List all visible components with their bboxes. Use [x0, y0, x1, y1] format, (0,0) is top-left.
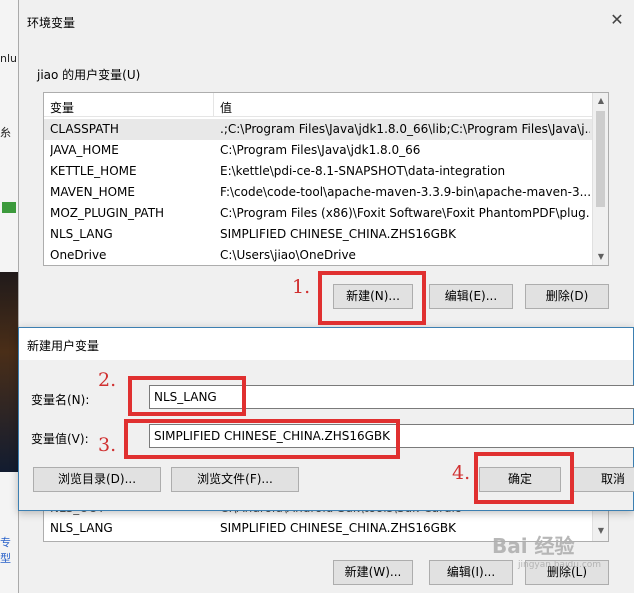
annotation-step-3: 3.	[98, 434, 117, 456]
var-value: F:\code\code-tool\apache-maven-3.3.9-bin…	[220, 185, 590, 199]
bg-image	[0, 272, 18, 472]
vertical-scrollbar[interactable]: ▲ ▼	[592, 93, 608, 265]
list-item[interactable]: CLASSPATH .;C:\Program Files\Java\jdk1.8…	[44, 119, 592, 140]
annotation-step-4: 4.	[452, 462, 471, 484]
var-name: CLASSPATH	[50, 122, 119, 136]
close-icon[interactable]: ✕	[607, 10, 627, 30]
variable-name-label: 变量名(N):	[31, 393, 90, 407]
list-header: 变量 值	[44, 93, 592, 117]
var-value: .;C:\Program Files\Java\jdk1.8.0_66\lib;…	[220, 122, 590, 136]
scroll-up-icon[interactable]: ▲	[593, 93, 608, 109]
background-page: nlu 糸 专型	[0, 0, 18, 593]
scroll-thumb[interactable]	[596, 111, 605, 207]
highlight-box-value-field	[124, 419, 400, 459]
list-item[interactable]: MOZ_PLUGIN_PATH C:\Program Files (x86)\F…	[44, 203, 592, 224]
variable-value-label: 变量值(V):	[31, 432, 89, 446]
var-value: SIMPLIFIED CHINESE_CHINA.ZHS16GBK	[220, 227, 457, 241]
watermark-url: jingyan.baidu.com	[518, 560, 602, 570]
var-value: E:\kettle\pdi-ce-8.1-SNAPSHOT\data-integ…	[220, 164, 506, 178]
highlight-box-ok-button	[474, 452, 574, 504]
delete-user-var-button[interactable]: 删除(D)	[525, 284, 609, 309]
list-item[interactable]: KETTLE_HOME E:\kettle\pdi-ce-8.1-SNAPSHO…	[44, 161, 592, 182]
browse-file-button[interactable]: 浏览文件(F)...	[171, 467, 299, 492]
var-name: KETTLE_HOME	[50, 164, 137, 178]
column-header-variable[interactable]: 变量	[50, 99, 74, 116]
bg-link: 专型	[0, 536, 11, 565]
list-item[interactable]: MAVEN_HOME F:\code\code-tool\apache-mave…	[44, 182, 592, 203]
bg-text-fragment: nlu	[0, 52, 17, 65]
dialog-title-bar[interactable]: 新建用户变量	[19, 328, 633, 360]
dialog-title: 新建用户变量	[27, 339, 100, 353]
bg-badge	[2, 202, 16, 213]
highlight-box-name-field	[128, 376, 246, 416]
list-item[interactable]: NLS_LANG SIMPLIFIED CHINESE_CHINA.ZHS16G…	[44, 224, 592, 245]
var-value: SIMPLIFIED CHINESE_CHINA.ZHS16GBK	[220, 521, 457, 535]
new-system-var-button[interactable]: 新建(W)...	[333, 560, 413, 585]
var-name: OneDrive	[50, 248, 107, 262]
watermark: Bai 经验 jingyan.baidu.com	[478, 530, 628, 580]
watermark-brand: Bai 经验	[492, 534, 575, 558]
dialog-title: 环境变量	[27, 16, 76, 30]
var-name: JAVA_HOME	[50, 143, 119, 157]
edit-user-var-button[interactable]: 编辑(E)...	[429, 284, 513, 309]
column-header-value[interactable]: 值	[220, 99, 232, 116]
var-name: NLS_LANG	[50, 227, 113, 241]
annotation-step-1: 1.	[292, 276, 311, 298]
var-value: C:\Program Files (x86)\Foxit Software\Fo…	[220, 206, 590, 220]
bg-text-fragment: 糸	[0, 126, 11, 139]
user-vars-list[interactable]: 变量 值 CLASSPATH .;C:\Program Files\Java\j…	[43, 92, 609, 266]
browse-directory-button[interactable]: 浏览目录(D)...	[33, 467, 161, 492]
var-name: NLS_LANG	[50, 521, 113, 535]
user-vars-group-label: jiao 的用户变量(U)	[37, 68, 141, 82]
var-name: MOZ_PLUGIN_PATH	[50, 206, 165, 220]
column-divider[interactable]	[213, 93, 214, 117]
annotation-step-2: 2.	[98, 369, 117, 391]
list-item[interactable]: JAVA_HOME C:\Program Files\Java\jdk1.8.0…	[44, 140, 592, 161]
var-name: MAVEN_HOME	[50, 185, 135, 199]
var-value: C:\Users\jiao\OneDrive	[220, 248, 356, 262]
scroll-down-icon[interactable]: ▼	[593, 249, 608, 265]
var-value: C:\Program Files\Java\jdk1.8.0_66	[220, 143, 421, 157]
highlight-box-new-button	[318, 271, 426, 325]
list-item[interactable]: OneDrive C:\Users\jiao\OneDrive	[44, 245, 592, 265]
cancel-button[interactable]: 取消	[573, 467, 634, 492]
